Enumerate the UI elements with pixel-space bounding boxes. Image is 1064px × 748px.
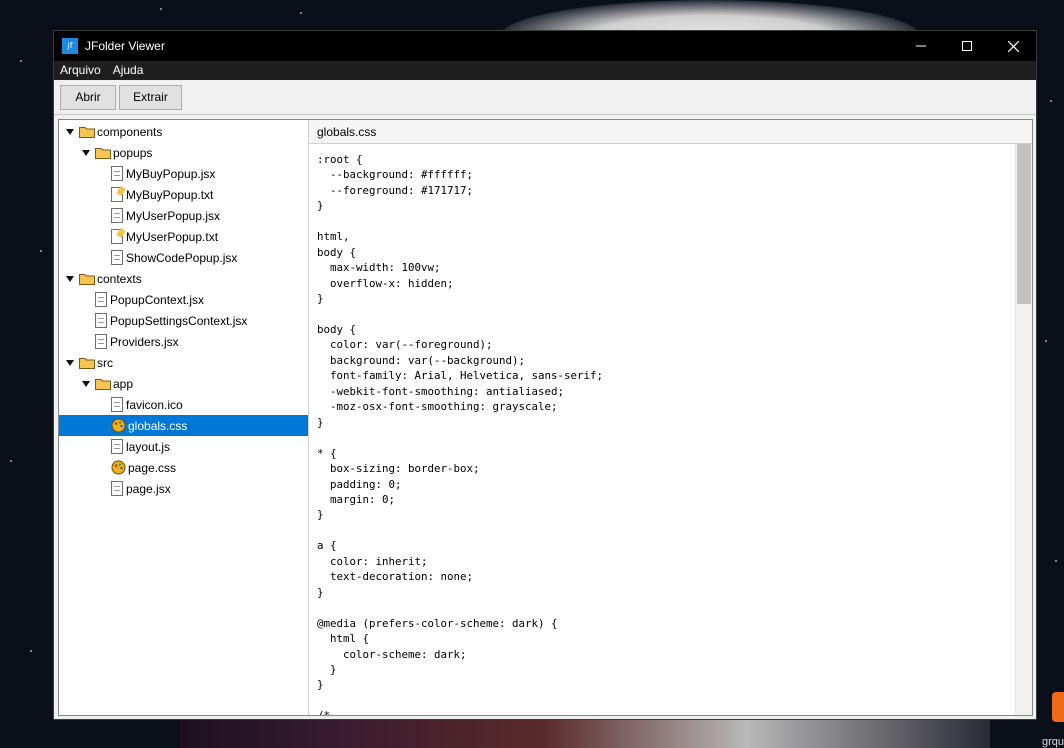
tree-item[interactable]: Providers.jsx	[59, 331, 308, 352]
tree-item-label: PopupSettingsContext.jsx	[110, 313, 248, 328]
menu-ajuda[interactable]: Ajuda	[107, 61, 150, 80]
folder-icon	[79, 273, 95, 285]
tree-item[interactable]: MyBuyPopup.txt	[59, 184, 308, 205]
tree-item-label: globals.css	[128, 418, 188, 433]
star	[40, 250, 42, 252]
code-text[interactable]: :root { --background: #ffffff; --foregro…	[317, 152, 1012, 715]
tree-item[interactable]: components	[59, 121, 308, 142]
star	[1045, 340, 1047, 342]
tree-item-label: page.jsx	[126, 481, 171, 496]
text-file-icon	[111, 228, 126, 244]
tree-item[interactable]: globals.css	[59, 415, 308, 436]
tree-item-label: components	[97, 124, 163, 139]
extract-button[interactable]: Extrair	[119, 84, 182, 110]
text-file-icon	[111, 186, 126, 202]
star	[20, 60, 22, 62]
tree-item-label: MyUserPopup.jsx	[126, 208, 221, 223]
tree-item-label: app	[113, 376, 134, 391]
star	[300, 12, 302, 14]
tree-item[interactable]: MyUserPopup.txt	[59, 226, 308, 247]
tree-item-label: favicon.ico	[126, 397, 183, 412]
tree-item[interactable]: favicon.ico	[59, 394, 308, 415]
star	[1055, 560, 1057, 562]
wallpaper-astronaut-bottom	[180, 718, 990, 748]
star	[160, 8, 162, 10]
file-icon	[111, 208, 123, 223]
folder-icon	[79, 126, 95, 138]
tree-item-label: MyBuyPopup.txt	[126, 187, 214, 202]
tree-item-label: Providers.jsx	[110, 334, 179, 349]
tree-item[interactable]: layout.js	[59, 436, 308, 457]
vertical-scrollbar[interactable]	[1015, 144, 1032, 715]
minimize-icon	[916, 45, 926, 47]
app-window: jf JFolder Viewer Arquivo Ajuda Abrir Ex…	[53, 30, 1037, 720]
window-title: JFolder Viewer	[85, 39, 165, 53]
css-file-icon	[111, 418, 126, 433]
tree-item-label: ShowCodePopup.jsx	[126, 250, 238, 265]
maximize-button[interactable]	[944, 31, 990, 61]
scrollbar-thumb[interactable]	[1017, 144, 1031, 304]
star	[10, 460, 12, 462]
desktop-corner-text: grqu	[1041, 736, 1064, 748]
window-controls	[898, 31, 1036, 61]
title-bar[interactable]: jf JFolder Viewer	[54, 31, 1036, 61]
tree-item[interactable]: ShowCodePopup.jsx	[59, 247, 308, 268]
expand-arrow-icon[interactable]	[65, 358, 75, 368]
tree-item[interactable]: page.jsx	[59, 478, 308, 499]
expand-arrow-icon[interactable]	[65, 274, 75, 284]
close-button[interactable]	[990, 31, 1036, 61]
toolbar: Abrir Extrair	[54, 80, 1036, 115]
close-icon	[1007, 40, 1019, 52]
css-file-icon	[111, 460, 126, 475]
folder-icon	[79, 357, 95, 369]
tree-item[interactable]: PopupContext.jsx	[59, 289, 308, 310]
file-icon	[95, 313, 107, 328]
main-content: components popups MyBuyPopup.jsx MyBuyPopup…	[58, 119, 1033, 716]
minimize-button[interactable]	[898, 31, 944, 61]
tree-item-label: contexts	[97, 271, 142, 286]
app-icon: jf	[62, 38, 78, 54]
editor-filename: globals.css	[309, 120, 1032, 144]
desktop-app-icon[interactable]	[1052, 692, 1064, 722]
maximize-icon	[962, 41, 972, 51]
file-icon	[111, 250, 123, 265]
folder-icon	[95, 147, 111, 159]
tree-item[interactable]: app	[59, 373, 308, 394]
star	[30, 650, 32, 652]
menu-bar: Arquivo Ajuda	[54, 61, 1036, 80]
tree-item[interactable]: PopupSettingsContext.jsx	[59, 310, 308, 331]
tree-item[interactable]: popups	[59, 142, 308, 163]
file-icon	[95, 334, 107, 349]
editor-panel: globals.css :root { --background: #fffff…	[309, 120, 1032, 715]
tree-item-label: src	[97, 355, 113, 370]
file-tree[interactable]: components popups MyBuyPopup.jsx MyBuyPopup…	[59, 120, 309, 715]
menu-arquivo[interactable]: Arquivo	[54, 61, 107, 80]
folder-icon	[95, 378, 111, 390]
tree-item-label: layout.js	[126, 439, 171, 454]
expand-arrow-icon[interactable]	[81, 148, 91, 158]
code-area[interactable]: :root { --background: #ffffff; --foregro…	[309, 144, 1032, 715]
tree-item[interactable]: src	[59, 352, 308, 373]
expand-arrow-icon[interactable]	[81, 379, 91, 389]
tree-item-label: MyUserPopup.txt	[126, 229, 219, 244]
file-icon	[111, 166, 123, 181]
file-icon	[111, 439, 123, 454]
wallpaper-astronaut-top	[500, 0, 920, 30]
file-icon	[111, 397, 123, 412]
tree-item-label: PopupContext.jsx	[110, 292, 205, 307]
tree-item[interactable]: MyUserPopup.jsx	[59, 205, 308, 226]
star	[1050, 100, 1052, 102]
tree-item[interactable]: contexts	[59, 268, 308, 289]
tree-item-label: page.css	[128, 460, 177, 475]
tree-item-label: popups	[113, 145, 153, 160]
expand-arrow-icon[interactable]	[65, 127, 75, 137]
file-icon	[111, 481, 123, 496]
file-icon	[95, 292, 107, 307]
tree-item-label: MyBuyPopup.jsx	[126, 166, 216, 181]
tree-item[interactable]: MyBuyPopup.jsx	[59, 163, 308, 184]
tree-item[interactable]: page.css	[59, 457, 308, 478]
open-button[interactable]: Abrir	[60, 84, 116, 110]
